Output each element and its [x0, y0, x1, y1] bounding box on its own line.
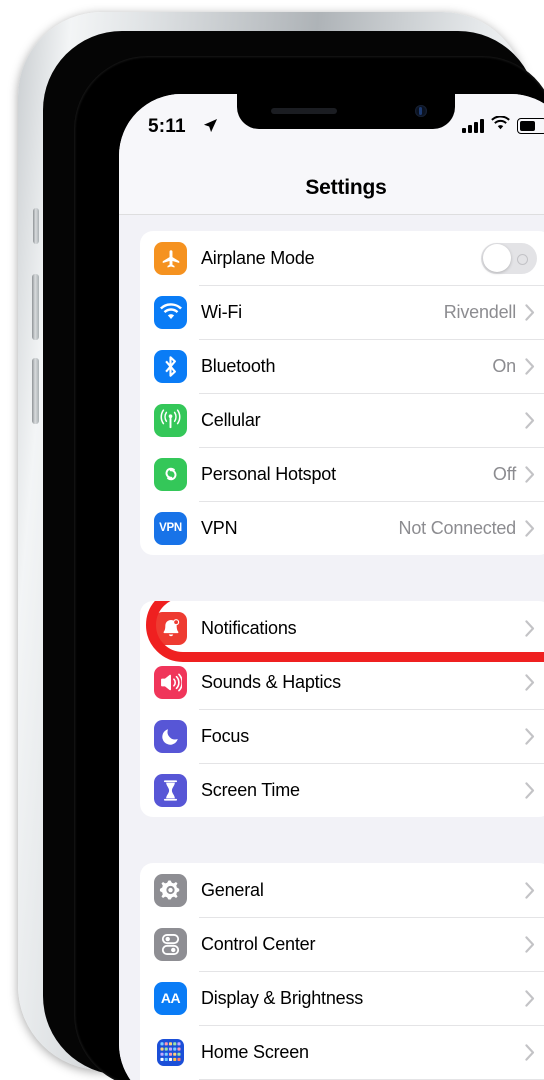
settings-row-value: Rivendell: [443, 301, 516, 322]
settings-row-label: General: [201, 879, 264, 900]
settings-row-value: On: [492, 355, 516, 376]
navigation-bar: Settings: [119, 162, 544, 215]
airplane-mode-toggle[interactable]: [481, 242, 537, 274]
settings-row-notifications[interactable]: Notifications: [140, 601, 544, 662]
settings-row-label: Display & Brightness: [201, 987, 364, 1008]
settings-row-home-screen[interactable]: Home Screen: [140, 1025, 544, 1079]
phone-bezel: 5:11 Settings Airplane Mode Wi-Fi Rivend…: [74, 56, 544, 1080]
status-bar-indicators: [462, 115, 544, 135]
settings-row-value: Not Connected: [398, 517, 517, 538]
settings-list[interactable]: Airplane Mode Wi-Fi Rivendell Bluetooth On Ce…: [119, 215, 544, 1080]
chevron-right-icon: [525, 519, 535, 537]
settings-row-sounds-haptics[interactable]: Sounds & Haptics: [140, 655, 544, 709]
focus-moon-icon: [154, 719, 187, 753]
settings-row-wi-fi[interactable]: Wi-Fi Rivendell: [140, 285, 544, 339]
wifi-icon: [491, 115, 510, 135]
settings-row-personal-hotspot[interactable]: Personal Hotspot Off: [140, 447, 544, 501]
volume-up-button[interactable]: [32, 274, 39, 340]
screen-time-hourglass-icon: [154, 773, 187, 807]
chevron-right-icon: [525, 1043, 535, 1061]
settings-row-label: Personal Hotspot: [201, 463, 336, 484]
chevron-right-icon: [525, 989, 535, 1007]
notch: [237, 94, 455, 129]
chevron-right-icon: [525, 303, 535, 321]
settings-row-label: Bluetooth: [201, 355, 276, 376]
control-center-icon: [154, 927, 187, 961]
sounds-haptics-icon: [154, 665, 187, 699]
toggle-knob: [482, 244, 511, 272]
settings-row-label: Control Center: [201, 933, 316, 954]
settings-row-label: Sounds & Haptics: [201, 671, 341, 692]
settings-group-system: General Control Center AA Display & Brightn…: [140, 863, 544, 1080]
general-gear-icon: [154, 873, 187, 907]
battery-icon: [517, 117, 544, 134]
settings-row-general[interactable]: General: [140, 863, 544, 917]
page-title: Settings: [305, 176, 387, 199]
settings-row-label: Cellular: [201, 409, 261, 430]
earpiece-speaker-icon: [271, 108, 337, 114]
settings-group-alerts: Notifications Sounds & Haptics Focus Screen…: [140, 601, 544, 817]
chevron-right-icon: [525, 881, 535, 899]
chevron-right-icon: [525, 673, 535, 691]
wifi-icon: [154, 295, 187, 329]
phone-frame: 5:11 Settings Airplane Mode Wi-Fi Rivend…: [18, 12, 544, 1080]
phone-inner-frame: 5:11 Settings Airplane Mode Wi-Fi Rivend…: [43, 31, 544, 1080]
settings-row-cellular[interactable]: Cellular: [140, 393, 544, 447]
chevron-right-icon: [525, 619, 535, 637]
chevron-right-icon: [525, 727, 535, 745]
settings-row-label: Home Screen: [201, 1041, 309, 1062]
chevron-right-icon: [525, 411, 535, 429]
status-bar-time: 5:11: [148, 116, 186, 137]
cellular-signal-icon: [462, 118, 484, 133]
settings-row-screen-time[interactable]: Screen Time: [140, 763, 544, 817]
settings-row-label: Screen Time: [201, 779, 300, 800]
settings-row-label: Focus: [201, 725, 250, 746]
airplane-icon: [154, 241, 187, 275]
settings-group-connectivity: Airplane Mode Wi-Fi Rivendell Bluetooth On Ce…: [140, 231, 544, 555]
settings-row-bluetooth[interactable]: Bluetooth On: [140, 339, 544, 393]
location-arrow-icon: [203, 118, 218, 138]
settings-row-display-brightness[interactable]: AA Display & Brightness: [140, 971, 544, 1025]
home-screen-icon: [154, 1036, 187, 1069]
chevron-right-icon: [525, 781, 535, 799]
front-camera-icon: [415, 105, 427, 117]
screenshot-canvas: 5:11 Settings Airplane Mode Wi-Fi Rivend…: [0, 0, 544, 1080]
settings-row-value: Off: [492, 463, 516, 484]
settings-row-vpn[interactable]: VPN VPN Not Connected: [140, 501, 544, 555]
settings-row-focus[interactable]: Focus: [140, 709, 544, 763]
settings-row-label: Airplane Mode: [201, 247, 315, 268]
settings-row-airplane-mode[interactable]: Airplane Mode: [140, 231, 544, 285]
display-brightness-icon: AA: [154, 981, 187, 1015]
settings-row-label: Wi-Fi: [201, 301, 242, 322]
chevron-right-icon: [525, 935, 535, 953]
settings-row-label: Notifications: [201, 617, 297, 638]
vpn-icon: VPN: [154, 511, 187, 545]
chevron-right-icon: [525, 357, 535, 375]
phone-screen: 5:11 Settings Airplane Mode Wi-Fi Rivend…: [119, 94, 544, 1080]
toggle-off-indicator-icon: [517, 253, 528, 265]
hotspot-icon: [154, 457, 187, 491]
bluetooth-icon: [154, 349, 187, 383]
volume-down-button[interactable]: [32, 358, 39, 424]
mute-switch[interactable]: [33, 208, 39, 244]
chevron-right-icon: [525, 465, 535, 483]
notifications-bell-icon: [154, 611, 187, 645]
cellular-icon: [154, 403, 187, 437]
settings-row-label: VPN: [201, 517, 238, 538]
settings-row-control-center[interactable]: Control Center: [140, 917, 544, 971]
